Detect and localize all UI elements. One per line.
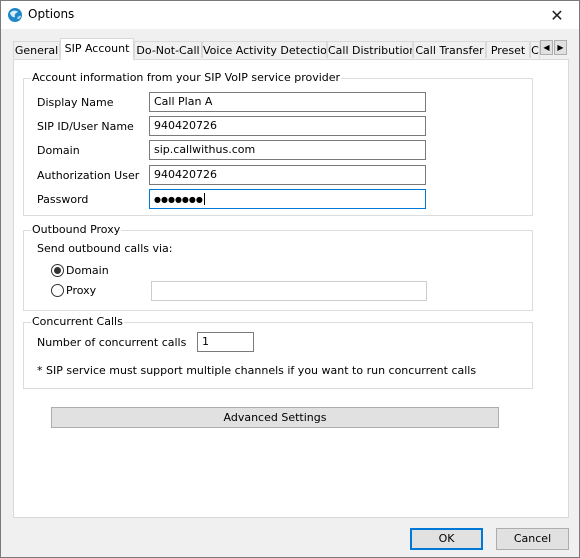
password-mask: ●●●●●●● <box>154 195 203 204</box>
concurrent-calls-group: Concurrent Calls Number of concurrent ca… <box>23 315 533 389</box>
domain-radio-label[interactable]: Domain <box>66 264 109 277</box>
domain-radio[interactable] <box>51 264 64 277</box>
proxy-field[interactable] <box>151 281 427 301</box>
tab-call-distribution[interactable]: Call Distribution <box>327 41 413 58</box>
concurrent-calls-group-title: Concurrent Calls <box>31 315 124 328</box>
text-caret <box>203 193 205 205</box>
concurrent-note: * SIP service must support multiple chan… <box>37 364 477 377</box>
sip-id-field[interactable]: 940420726 <box>149 116 426 136</box>
cancel-button[interactable]: Cancel <box>496 528 569 550</box>
password-field[interactable]: ●●●●●●● <box>149 189 426 209</box>
tab-do-not-call[interactable]: Do-Not-Call <box>134 41 202 58</box>
ok-button[interactable]: OK <box>410 528 483 550</box>
concurrent-count-field[interactable]: 1 <box>197 332 254 352</box>
title-bar: Options ✕ <box>1 1 579 29</box>
display-name-field[interactable]: Call Plan A <box>149 92 426 112</box>
domain-label: Domain <box>37 144 80 157</box>
sip-account-panel: Account information from your SIP VoIP s… <box>13 59 569 518</box>
authorization-user-label: Authorization User <box>37 169 140 182</box>
sip-id-label: SIP ID/User Name <box>37 120 134 133</box>
proxy-radio[interactable] <box>51 284 64 297</box>
app-globe-icon <box>8 8 22 22</box>
options-dialog: Options ✕ General SIP Account Do-Not-Cal… <box>0 0 580 558</box>
close-icon: ✕ <box>550 5 564 25</box>
tab-partial[interactable]: C <box>530 41 540 58</box>
send-via-label: Send outbound calls via: <box>37 242 173 255</box>
concurrent-count-label: Number of concurrent calls <box>37 336 187 349</box>
account-info-group-title: Account information from your SIP VoIP s… <box>31 71 342 84</box>
window-title: Options <box>28 7 75 21</box>
password-label: Password <box>37 193 89 206</box>
authorization-user-field[interactable]: 940420726 <box>149 165 426 185</box>
tab-scroll-left-icon[interactable]: ◀ <box>540 40 553 55</box>
outbound-proxy-group-title: Outbound Proxy <box>31 223 122 236</box>
display-name-label: Display Name <box>37 96 114 109</box>
close-button[interactable]: ✕ <box>535 1 579 29</box>
outbound-proxy-group: Outbound Proxy Send outbound calls via: … <box>23 223 533 311</box>
tab-preset[interactable]: Preset <box>486 41 530 58</box>
account-info-group: Account information from your SIP VoIP s… <box>23 71 533 216</box>
tab-general[interactable]: General <box>13 41 60 58</box>
tab-voice-activity-detection[interactable]: Voice Activity Detection <box>202 41 327 58</box>
advanced-settings-button[interactable]: Advanced Settings <box>51 407 499 428</box>
tab-call-transfer[interactable]: Call Transfer <box>413 41 486 58</box>
tab-scroll-right-icon[interactable]: ▶ <box>554 40 567 55</box>
tab-sip-account[interactable]: SIP Account <box>60 38 134 60</box>
domain-field[interactable]: sip.callwithus.com <box>149 140 426 160</box>
tab-strip: General SIP Account Do-Not-Call Voice Ac… <box>13 38 569 60</box>
proxy-radio-label[interactable]: Proxy <box>66 284 96 297</box>
